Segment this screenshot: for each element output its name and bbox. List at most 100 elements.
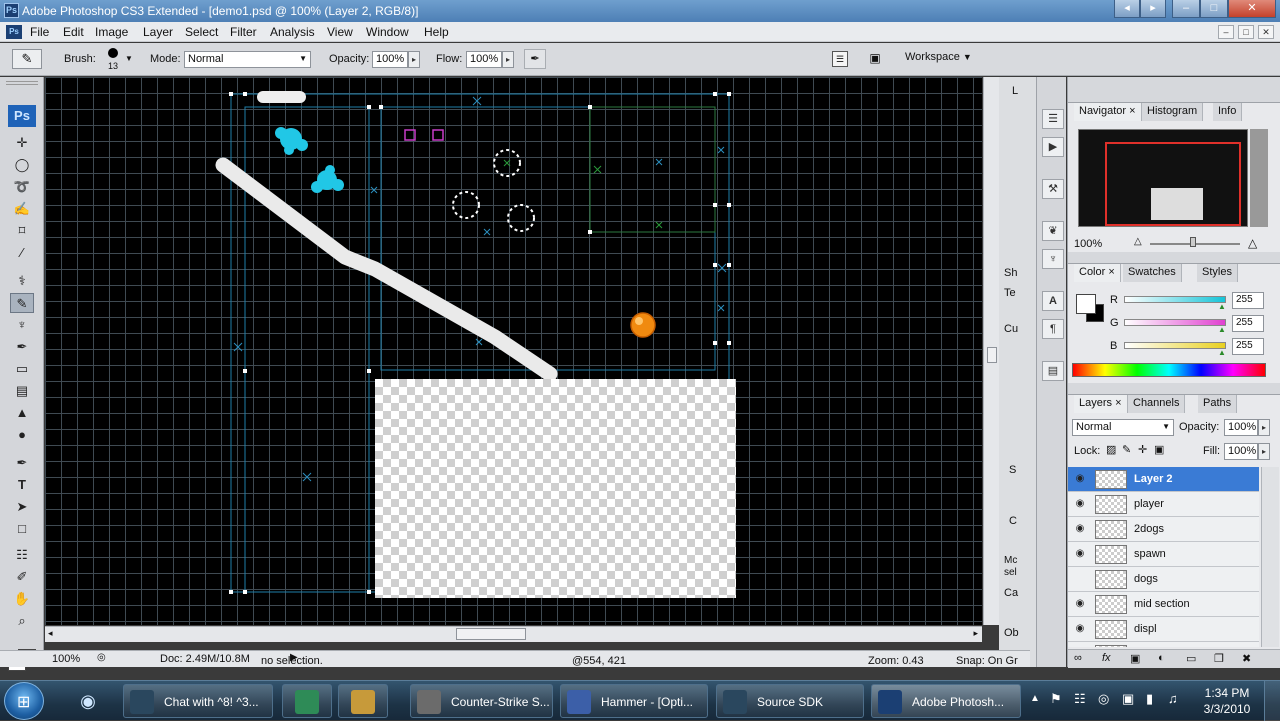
history-panel-icon[interactable]: ☰ xyxy=(1042,109,1064,129)
taskbar-button[interactable]: Source SDK xyxy=(716,684,864,718)
blur-tool-icon[interactable]: ▲ xyxy=(10,403,34,423)
healing-tool-icon[interactable]: ⚕ xyxy=(10,271,34,291)
layer-row[interactable]: ◉ mid section xyxy=(1068,592,1259,617)
shape-tool-icon[interactable]: □ xyxy=(10,519,34,539)
photoshop-icon[interactable]: Ps xyxy=(4,3,19,18)
opacity-slider-button[interactable]: ▸ xyxy=(408,51,420,68)
eye-icon[interactable]: ◉ xyxy=(1072,472,1088,486)
monitor-icon[interactable]: ▣ xyxy=(1122,691,1134,707)
history-brush-tool-icon[interactable]: ✒ xyxy=(10,337,34,357)
layer-opacity-input[interactable]: 100% xyxy=(1224,419,1258,436)
tool-presets-icon[interactable]: ⚒ xyxy=(1042,179,1064,199)
tab-paths[interactable]: Paths xyxy=(1198,395,1238,413)
palette-well-icon[interactable]: ☰ xyxy=(832,51,848,67)
scroll-right-icon[interactable]: ▸ xyxy=(973,628,978,639)
layer-row[interactable]: ◉ displ xyxy=(1068,617,1259,642)
close-icon[interactable]: ✕ xyxy=(1228,0,1276,18)
zoom-tool-icon[interactable]: ⌕ xyxy=(10,611,34,631)
menu-edit[interactable]: Edit xyxy=(63,25,84,39)
dodge-tool-icon[interactable]: ● xyxy=(10,425,34,445)
channel-value-input[interactable]: 255 xyxy=(1232,338,1264,355)
fill-slider[interactable]: ▸ xyxy=(1258,443,1270,460)
taskbar-button[interactable]: Adobe Photosh... xyxy=(871,684,1021,718)
layer-row[interactable]: ◉ player xyxy=(1068,492,1259,517)
restore-icon[interactable]: □ xyxy=(1200,0,1228,18)
eye-hidden-icon[interactable] xyxy=(1072,572,1088,586)
tab-channels[interactable]: Channels xyxy=(1128,395,1186,413)
lock-all-icon[interactable]: ▣ xyxy=(1154,443,1164,456)
horizontal-scrollbar[interactable]: ◂ ▸ xyxy=(45,626,982,642)
scroll-left-icon[interactable]: ◂ xyxy=(48,628,53,639)
back-icon[interactable]: ◂ xyxy=(1114,0,1140,18)
workspace-button[interactable]: Workspace ▼ xyxy=(905,51,972,63)
channel-slider[interactable] xyxy=(1124,319,1226,326)
tab-color[interactable]: Color × xyxy=(1074,264,1121,282)
zoom-readout[interactable]: 100% xyxy=(52,653,80,665)
taskbar-button[interactable]: Hammer - [Opti... xyxy=(560,684,708,718)
brush-dropdown-icon[interactable]: ▼ xyxy=(125,54,133,63)
close-icon[interactable]: × xyxy=(1108,266,1114,278)
layer-comps-icon[interactable]: ▤ xyxy=(1042,361,1064,381)
menu-filter[interactable]: Filter xyxy=(230,25,257,39)
opacity-input[interactable]: 100% xyxy=(372,51,408,68)
channel-value-input[interactable]: 255 xyxy=(1232,315,1264,332)
eye-icon[interactable]: ◉ xyxy=(1072,597,1088,611)
quick-selection-tool-icon[interactable]: ✍ xyxy=(10,199,34,219)
show-desktop-button[interactable] xyxy=(1264,681,1280,721)
panel-grip[interactable] xyxy=(6,81,38,85)
gradient-tool-icon[interactable]: ▤ xyxy=(10,381,34,401)
type-tool-icon[interactable]: T xyxy=(10,475,34,495)
mode-select[interactable]: Normal ▼ xyxy=(184,51,311,68)
new-layer-icon[interactable]: ❐ xyxy=(1214,652,1224,665)
bridge-icon[interactable]: ▣ xyxy=(864,51,886,67)
new-group-icon[interactable]: ▭ xyxy=(1186,652,1196,665)
tab-navigator[interactable]: Navigator × xyxy=(1074,103,1142,121)
start-button[interactable]: ⊞ xyxy=(4,682,44,720)
notes-tool-icon[interactable]: ☷ xyxy=(10,545,34,565)
doc-minimize-icon[interactable]: – xyxy=(1218,25,1234,39)
volume-icon[interactable]: ♫ xyxy=(1168,691,1178,706)
layer-row[interactable]: ◉ 2dogs xyxy=(1068,517,1259,542)
channel-value-input[interactable]: 255 xyxy=(1232,292,1264,309)
color-ramp[interactable] xyxy=(1072,363,1266,377)
eye-icon[interactable]: ◉ xyxy=(1072,622,1088,636)
actions-panel-icon[interactable]: ▶ xyxy=(1042,137,1064,157)
document-canvas[interactable] xyxy=(45,77,982,625)
delete-layer-icon[interactable]: ✖ xyxy=(1242,652,1251,665)
scroll-thumb[interactable] xyxy=(987,347,997,363)
menu-view[interactable]: View xyxy=(327,25,353,39)
adjustment-layer-icon[interactable]: ◐ xyxy=(1158,652,1165,664)
lock-position-icon[interactable]: ✛ xyxy=(1138,443,1147,456)
fill-input[interactable]: 100% xyxy=(1224,443,1258,460)
airbrush-icon[interactable]: ✒ xyxy=(524,49,546,69)
flow-input[interactable]: 100% xyxy=(466,51,502,68)
paragraph-panel-icon[interactable]: ¶ xyxy=(1042,319,1064,339)
brushes-panel-icon[interactable]: ❦ xyxy=(1042,221,1064,241)
link-layers-icon[interactable]: ∞ xyxy=(1074,652,1082,664)
menu-layer[interactable]: Layer xyxy=(143,25,173,39)
scroll-thumb[interactable] xyxy=(456,628,526,640)
vertical-scrollbar[interactable] xyxy=(983,77,999,625)
layer-row[interactable]: ◉ Layer 2 xyxy=(1068,467,1259,492)
zoom-in-icon[interactable]: △ xyxy=(1248,236,1257,250)
slice-tool-icon[interactable]: ∕ xyxy=(10,243,34,263)
battery-icon[interactable]: ▮ xyxy=(1146,691,1153,707)
layers-scrollbar[interactable] xyxy=(1261,467,1279,647)
flow-slider-button[interactable]: ▸ xyxy=(502,51,514,68)
clock[interactable]: 1:34 PM 3/3/2010 xyxy=(1196,685,1258,717)
path-selection-tool-icon[interactable]: ➤ xyxy=(10,497,34,517)
menu-select[interactable]: Select xyxy=(185,25,218,39)
lock-image-icon[interactable]: ✎ xyxy=(1122,443,1131,456)
clone-source-icon[interactable]: ♆ xyxy=(1042,249,1064,269)
tab-styles[interactable]: Styles xyxy=(1197,264,1238,282)
status-menu-icon[interactable]: ◎ xyxy=(97,652,106,663)
hand-tool-icon[interactable]: ✋ xyxy=(10,589,34,609)
channel-slider[interactable] xyxy=(1124,296,1226,303)
navigator-thumbnail[interactable] xyxy=(1078,129,1248,227)
pinned-app-icon[interactable]: ◉ xyxy=(70,686,106,716)
crop-tool-icon[interactable]: ⌑ xyxy=(10,221,34,241)
eraser-tool-icon[interactable]: ▭ xyxy=(10,359,34,379)
minimize-icon[interactable]: – xyxy=(1172,0,1200,18)
taskbar-button[interactable]: Chat with ^8! ^3... xyxy=(123,684,273,718)
menu-image[interactable]: Image xyxy=(95,25,128,39)
